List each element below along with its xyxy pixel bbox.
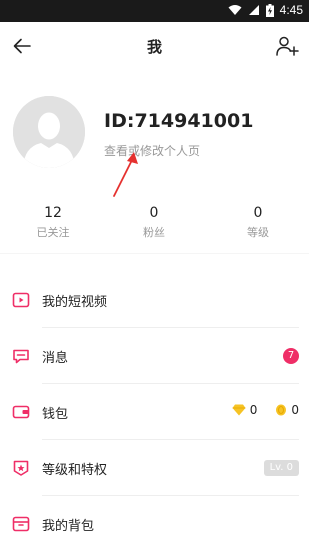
level-badge: Lv. 0 (263, 460, 299, 476)
default-avatar-icon (13, 96, 85, 168)
menu-wallet[interactable]: 钱包 0 0 (0, 384, 309, 440)
menu-my-backpack[interactable]: 我的背包 (0, 496, 309, 550)
wifi-icon (228, 5, 242, 15)
following-label: 已关注 (36, 226, 70, 239)
level-label: 等级 (247, 226, 269, 239)
section-divider (0, 253, 309, 272)
battery-charging-icon (265, 3, 274, 17)
diamond-icon (232, 404, 246, 416)
page-title: 我 (146, 38, 162, 56)
menu-my-videos[interactable]: 我的短视频 (0, 272, 309, 328)
unread-badge: 7 (283, 348, 299, 364)
menu-messages-label: 消息 (42, 351, 69, 366)
fans-label: 粉丝 (143, 226, 165, 239)
menu-level-privileges[interactable]: 等级和特权 Lv. 0 (0, 440, 309, 496)
wallet-icon (12, 405, 30, 419)
wallet-balances: 0 0 (232, 403, 299, 417)
status-time: 4:45 (279, 3, 303, 17)
add-friend-icon[interactable] (275, 34, 299, 58)
menu-messages[interactable]: 消息 7 (0, 328, 309, 384)
following-count: 12 (44, 205, 62, 221)
menu-my-videos-label: 我的短视频 (42, 295, 108, 310)
fans-count: 0 (149, 205, 159, 221)
status-icons: 4:45 (228, 3, 303, 17)
menu-level-label: 等级和特权 (42, 463, 108, 478)
diamond-balance: 0 (249, 403, 258, 417)
avatar[interactable] (13, 96, 85, 168)
coin-icon (276, 404, 287, 416)
coin-balance: 0 (291, 403, 299, 417)
star-shield-icon (13, 460, 29, 476)
chat-bubble-icon (13, 349, 29, 364)
stat-level[interactable]: 0 等级 (218, 205, 298, 240)
backpack-icon (12, 516, 30, 532)
signal-icon (248, 5, 259, 15)
play-square-icon (12, 292, 30, 308)
status-bar: 4:45 (0, 0, 309, 22)
menu-backpack-label: 我的背包 (42, 519, 95, 534)
annotation-arrow-icon (113, 152, 138, 197)
top-bar: 我 (0, 22, 309, 70)
stat-fans[interactable]: 0 粉丝 (114, 205, 194, 240)
user-id: ID:714941001 (104, 110, 254, 132)
stat-following[interactable]: 12 已关注 (13, 205, 93, 240)
level-count: 0 (253, 205, 263, 221)
menu-wallet-label: 钱包 (42, 407, 69, 422)
